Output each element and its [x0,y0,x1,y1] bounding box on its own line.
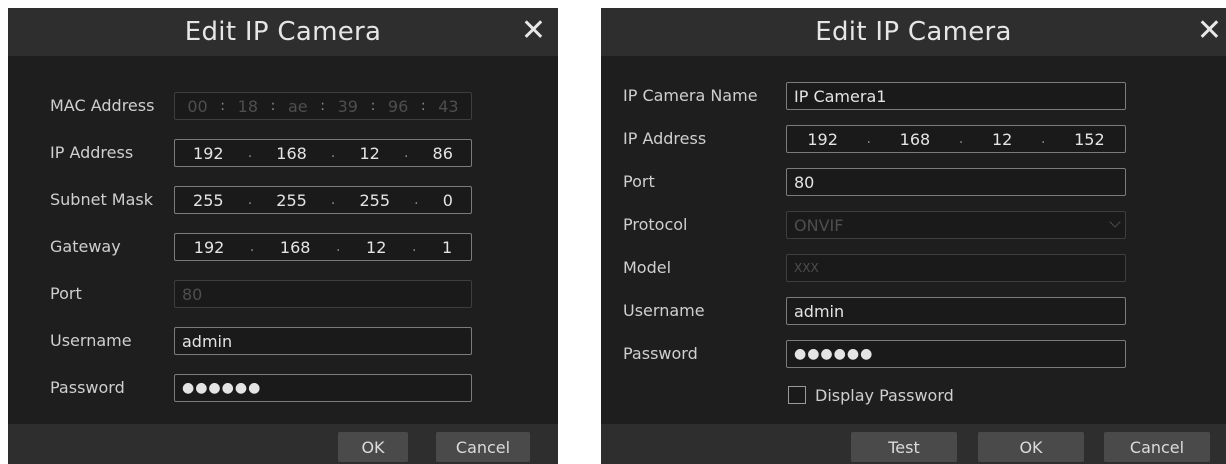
dialog-title: Edit IP Camera [815,17,1012,47]
password-field[interactable]: ●●●●●● [174,374,472,402]
port-field: 80 [174,280,472,308]
subnet-mask-field[interactable]: 255 . 255 . 255 . 0 [174,186,472,214]
ip-octet[interactable]: 152 [1074,130,1105,149]
mac-octet: 43 [438,96,459,116]
ip-octet[interactable]: 168 [276,144,307,163]
dialog-title: Edit IP Camera [184,17,382,47]
separator: . [403,145,409,161]
port-label: Port [623,172,655,191]
model-value: XXX [794,261,819,275]
password-value: ●●●●●● [794,346,874,362]
ip-address-field[interactable]: 192 . 168 . 12 . 152 [786,125,1126,153]
camera-name-value: IP Camera1 [794,86,887,106]
ip-octet[interactable]: 192 [807,130,838,149]
separator: . [958,131,964,147]
subnet-mask-label: Subnet Mask [50,190,154,209]
subnet-octet[interactable]: 255 [359,191,390,210]
mac-octet: 39 [337,96,358,116]
port-value: 80 [182,284,203,304]
ip-address-label: IP Address [50,143,134,162]
close-icon[interactable]: ✕ [521,16,546,46]
dialog-titlebar: Edit IP Camera ✕ [601,8,1226,56]
username-label: Username [623,301,705,320]
separator: : [370,98,376,114]
username-value: admin [794,301,845,321]
ip-octet[interactable]: 168 [900,130,931,149]
separator: : [420,98,426,114]
separator: : [270,98,276,114]
gateway-octet[interactable]: 12 [366,238,386,257]
port-value: 80 [794,172,815,192]
username-label: Username [50,331,132,350]
separator: . [249,239,255,255]
password-label: Password [50,378,125,397]
separator: . [330,145,336,161]
password-value: ●●●●●● [182,380,262,396]
mac-address-label: MAC Address [50,96,155,115]
ok-button[interactable]: OK [338,432,408,462]
separator: : [220,98,226,114]
display-password-label[interactable]: Display Password [815,386,954,405]
protocol-value: ONVIF [794,215,844,235]
separator: . [866,131,871,147]
ok-button[interactable]: OK [978,432,1084,462]
separator: : [320,98,325,114]
separator: . [247,192,253,208]
display-password-checkbox[interactable] [788,386,806,404]
ip-octet[interactable]: 12 [992,130,1012,149]
gateway-field[interactable]: 192 . 168 . 12 . 1 [174,233,472,261]
separator: . [336,239,341,255]
close-icon[interactable]: ✕ [1197,16,1222,46]
protocol-label: Protocol [623,215,688,234]
separator: . [330,192,336,208]
mac-address-field: 00 : 18 : ae : 39 : 96 : 43 [174,92,472,120]
port-label: Port [50,284,82,303]
password-field[interactable]: ●●●●●● [786,340,1126,368]
ip-octet[interactable]: 86 [433,144,453,163]
edit-ip-camera-dialog-network: Edit IP Camera ✕ MAC Address 00 : 18 : a… [8,8,558,464]
gateway-label: Gateway [50,237,121,256]
mac-octet: 96 [387,96,409,116]
gateway-octet[interactable]: 1 [442,238,452,257]
subnet-octet[interactable]: 255 [276,191,307,210]
subnet-octet[interactable]: 0 [443,191,453,210]
cancel-button[interactable]: Cancel [436,432,530,462]
username-field[interactable]: admin [174,327,472,355]
dialog-footer: OK Cancel [8,424,558,464]
separator: . [1040,131,1046,147]
separator: . [247,145,253,161]
username-value: admin [182,331,233,351]
mac-octet: 00 [187,96,208,116]
password-label: Password [623,344,698,363]
username-field[interactable]: admin [786,297,1126,325]
gateway-octet[interactable]: 168 [280,238,311,257]
dialog-body: IP Camera Name IP Camera1 IP Address 192… [601,56,1226,424]
test-button[interactable]: Test [851,432,957,462]
camera-name-field[interactable]: IP Camera1 [786,82,1126,110]
dialog-titlebar: Edit IP Camera ✕ [8,8,558,56]
ip-octet[interactable]: 192 [193,144,224,163]
mac-octet: 18 [237,96,258,116]
gateway-octet[interactable]: 192 [194,238,225,257]
dialog-body: MAC Address 00 : 18 : ae : 39 : 96 : 43 … [8,56,558,424]
subnet-octet[interactable]: 255 [193,191,224,210]
cancel-button[interactable]: Cancel [1104,432,1210,462]
ip-address-label: IP Address [623,129,707,148]
separator: . [411,239,417,255]
chevron-down-icon [1109,216,1121,228]
port-field[interactable]: 80 [786,168,1126,196]
model-field: XXX [786,254,1126,282]
separator: . [414,192,419,208]
ip-address-field[interactable]: 192 . 168 . 12 . 86 [174,139,472,167]
protocol-select: ONVIF [786,211,1126,239]
dialog-footer: Test OK Cancel [601,424,1226,464]
edit-ip-camera-dialog-camera: Edit IP Camera ✕ IP Camera Name IP Camer… [601,8,1226,464]
mac-octet: ae [287,96,308,116]
model-label: Model [623,258,672,277]
ip-octet[interactable]: 12 [359,144,379,163]
camera-name-label: IP Camera Name [623,86,758,105]
